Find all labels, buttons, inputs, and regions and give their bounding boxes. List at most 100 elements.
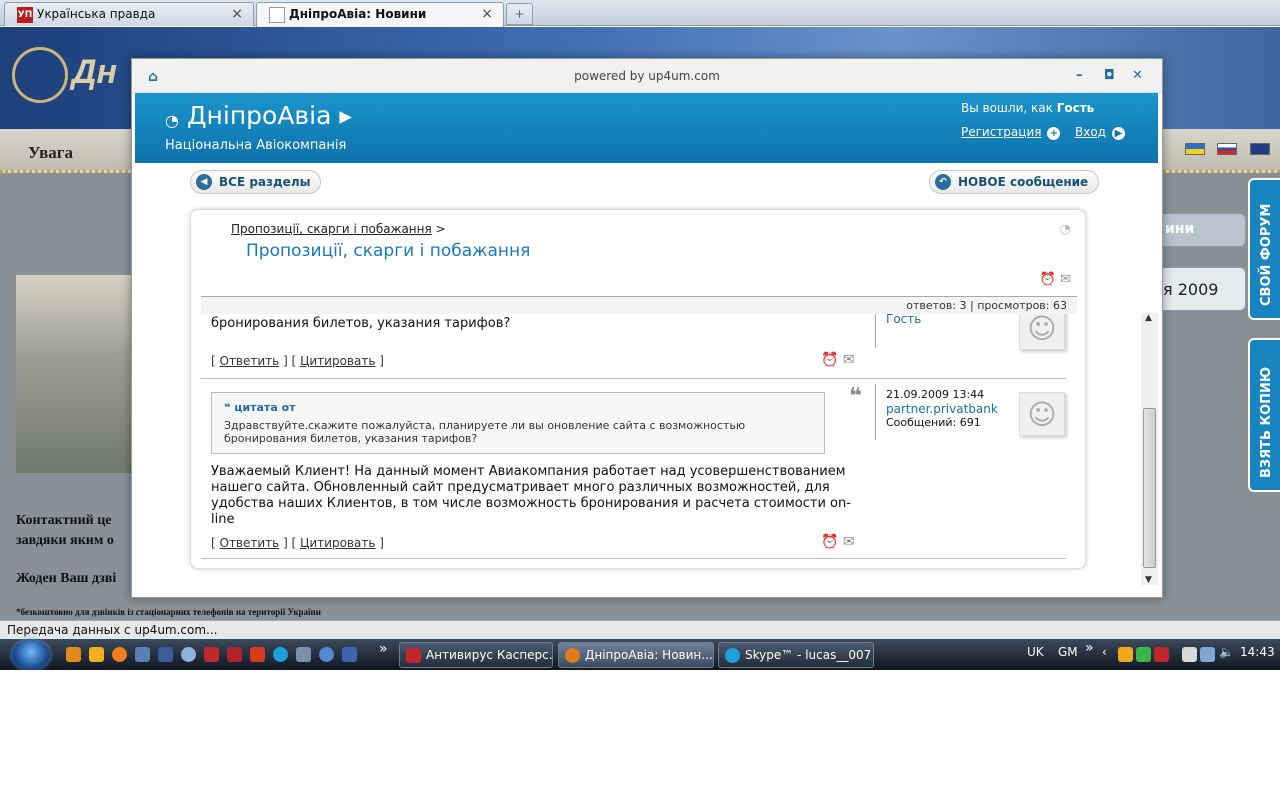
volume-icon[interactable]: 🔈: [1219, 645, 1234, 659]
breadcrumb-link[interactable]: Пропозиції, скарги і побажання: [231, 222, 432, 236]
quicklaunch-acrobat-icon[interactable]: [204, 647, 219, 662]
post-divider: [875, 384, 876, 440]
nav-attention[interactable]: Увага: [28, 143, 73, 163]
skype-icon: [725, 648, 740, 663]
mail-icon[interactable]: ✉: [843, 352, 855, 368]
quicklaunch-pdf-icon[interactable]: [227, 647, 242, 662]
close-tab-icon[interactable]: ×: [481, 3, 493, 25]
quicklaunch-globe-icon[interactable]: [319, 647, 334, 662]
alarm-icon[interactable]: ⏰: [821, 534, 838, 550]
forum-banner: ◔ ДніпроАвіа ▸ Національна Авіокомпанія …: [135, 93, 1158, 163]
quicklaunch-firefox-icon[interactable]: [112, 647, 127, 662]
mail-icon[interactable]: ✉: [1060, 272, 1071, 287]
post-message-count: Сообщений: 691: [886, 416, 981, 429]
topic-title: Пропозиції, скарги і побажання: [246, 241, 531, 261]
tab-ukrainska-pravda[interactable]: УП Українська правда ×: [4, 2, 254, 26]
clock[interactable]: 14:43: [1240, 645, 1275, 659]
rss-icon[interactable]: ◔: [1060, 222, 1071, 237]
ru-flag-icon[interactable]: [1217, 143, 1237, 155]
posts-scrollbar[interactable]: ▲ ▼: [1141, 313, 1158, 585]
maximize-icon[interactable]: ◘: [1104, 68, 1115, 83]
forum-title[interactable]: ДніпроАвіа ▸: [187, 101, 352, 130]
side-tab-own-forum[interactable]: СВОЙ ФОРУМ: [1248, 178, 1280, 320]
status-bar: Передача данных с up4um.com...: [0, 620, 1280, 639]
tray-clipboard-icon[interactable]: [1182, 647, 1197, 662]
quicklaunch-more-icon[interactable]: »: [379, 641, 388, 657]
quicklaunch-desktop-icon[interactable]: [135, 647, 150, 662]
post-date: 21.09.2009 13:44: [886, 388, 985, 401]
quicklaunch-opera-icon[interactable]: [181, 647, 196, 662]
taskbar-item-skype[interactable]: Skype™ - lucas__007: [718, 642, 874, 668]
quote-text: Здравствуйте.скажите пожалуйста, планиру…: [224, 419, 746, 445]
close-tab-icon[interactable]: ×: [231, 3, 243, 25]
contact-text-2: завдяки яким о: [16, 533, 114, 548]
post-separator: [201, 378, 1066, 379]
plus-circle-icon: +: [1047, 127, 1061, 140]
scroll-thumb[interactable]: [1143, 408, 1156, 568]
scroll-down-icon[interactable]: ▼: [1145, 575, 1152, 585]
forum-modal: ⌂ powered by up4um.com – ◘ ✕ ◔ ДніпроАві…: [131, 58, 1163, 598]
taskbar-item-firefox[interactable]: ДніпроАвіа: Новин...: [558, 642, 714, 668]
post-actions: [ Ответить ] [ Цитировать ]: [211, 354, 384, 368]
mail-icon[interactable]: ✉: [843, 534, 855, 550]
quote-link[interactable]: Цитировать: [300, 536, 375, 550]
contact-text-1: Контактний це: [16, 513, 112, 528]
reply-link[interactable]: Ответить: [220, 536, 280, 550]
new-message-button[interactable]: ↶ НОВОЕ сообщение: [929, 170, 1100, 194]
alarm-icon[interactable]: ⏰: [821, 352, 838, 368]
reply-link[interactable]: Ответить: [220, 354, 280, 368]
post-user[interactable]: partner.privatbank: [886, 402, 998, 416]
gm-indicator[interactable]: GM: [1058, 645, 1078, 659]
post-text: Уважаемый Клиент! На данный момент Авиак…: [211, 464, 851, 527]
post-divider: [875, 314, 876, 348]
minimize-icon[interactable]: –: [1076, 68, 1083, 83]
tray-kaspersky-icon[interactable]: [1154, 647, 1169, 662]
avatar: ☺: [1019, 314, 1065, 350]
post-user[interactable]: Гость: [886, 314, 921, 326]
quote-mark-icon: ❝: [849, 384, 862, 409]
register-link[interactable]: Регистрация +: [961, 125, 1061, 140]
gb-flag-icon[interactable]: [1250, 143, 1270, 155]
post-icons: ⏰ ✉: [821, 534, 855, 550]
document-favicon-icon: [269, 7, 285, 23]
right-box-news[interactable]: ини: [1150, 213, 1246, 247]
taskbar-item-kaspersky[interactable]: Антивирус Касперс...: [399, 642, 553, 668]
quicklaunch-media-icon[interactable]: [89, 647, 104, 662]
new-tab-button[interactable]: +: [506, 3, 533, 25]
breadcrumb: Пропозиції, скарги і побажання >: [231, 222, 446, 236]
quicklaunch-explorer-icon[interactable]: [158, 647, 173, 662]
close-icon[interactable]: ✕: [1132, 68, 1143, 83]
tray-overflow-icon[interactable]: »: [1085, 640, 1094, 656]
login-link[interactable]: Вход ▶: [1075, 125, 1125, 140]
quicklaunch-avast-icon[interactable]: [66, 647, 81, 662]
quicklaunch-skype-icon[interactable]: [273, 647, 288, 662]
tab-label: ДніпроАвіа: Новини: [289, 7, 427, 21]
ua-flag-icon[interactable]: [1185, 143, 1205, 155]
scroll-up-icon[interactable]: ▲: [1145, 313, 1152, 323]
language-indicator[interactable]: UK: [1027, 645, 1044, 659]
tab-dniproavia[interactable]: ДніпроАвіа: Новини ×: [256, 2, 504, 27]
tray-app1-icon[interactable]: [1118, 647, 1133, 662]
quote-link[interactable]: Цитировать: [300, 354, 375, 368]
topic-actions: ⏰ ✉: [1040, 272, 1071, 287]
alarm-icon[interactable]: ⏰: [1040, 272, 1056, 287]
quicklaunch-calendar-icon[interactable]: [342, 647, 357, 662]
site-logo[interactable]: Дн: [12, 47, 132, 107]
all-sections-button[interactable]: ◀ ВСЕ разделы: [190, 170, 322, 194]
right-box-date[interactable]: я 2009: [1150, 267, 1246, 311]
side-tab-take-copy[interactable]: ВЗЯТЬ КОПИЮ: [1248, 338, 1280, 492]
tray-app2-icon[interactable]: [1136, 647, 1151, 662]
rss-icon[interactable]: ◔: [165, 111, 179, 130]
login-user: Гость: [1056, 101, 1095, 115]
up-favicon-icon: УП: [17, 7, 33, 23]
tray-chevron-icon[interactable]: ‹: [1102, 645, 1107, 659]
quicklaunch-flash-icon[interactable]: [250, 647, 265, 662]
contact-text-3: Жоден Ваш дзві: [16, 571, 117, 586]
quicklaunch-app-icon[interactable]: [296, 647, 311, 662]
tray-network-icon[interactable]: [1200, 647, 1215, 662]
avatar: ☺: [1019, 392, 1065, 436]
post-actions: [ Ответить ] [ Цитировать ]: [211, 536, 384, 550]
powered-by: powered by up4um.com: [574, 69, 720, 83]
start-button[interactable]: [12, 640, 50, 670]
breadcrumb-separator: >: [435, 222, 446, 236]
